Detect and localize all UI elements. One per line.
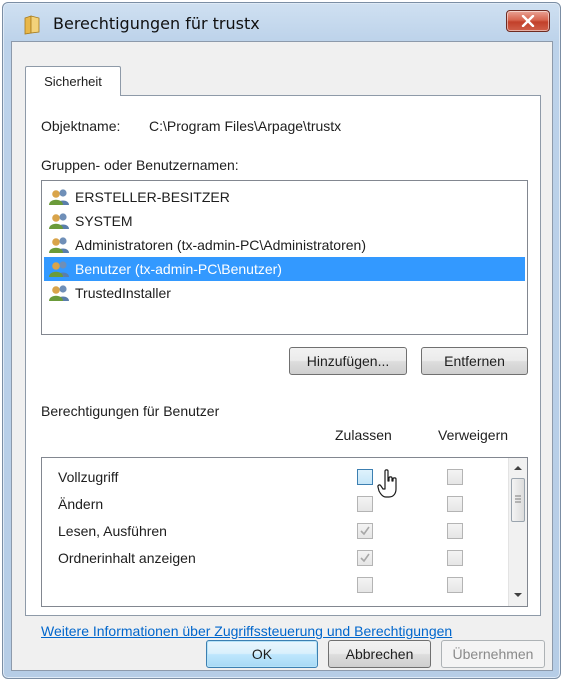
apply-button[interactable]: Übernehmen	[441, 640, 545, 668]
permission-label: Vollzugriff	[58, 469, 119, 485]
scrollbar-thumb[interactable]	[511, 478, 525, 522]
deny-checkbox[interactable]	[447, 469, 463, 485]
check-icon	[360, 526, 370, 536]
groups-label: Gruppen- oder Benutzernamen:	[41, 157, 239, 173]
list-item-label: ERSTELLER-BESITZER	[75, 189, 230, 205]
close-button[interactable]	[506, 10, 550, 32]
list-item-label: TrustedInstaller	[75, 285, 171, 301]
permission-label: Ordnerinhalt anzeigen	[58, 550, 196, 566]
window-title: Berechtigungen für trustx	[53, 14, 260, 33]
user-group-icon	[49, 237, 69, 253]
object-name-label: Objektname:	[41, 118, 121, 134]
allow-column-header: Zulassen	[335, 427, 392, 443]
grip-icon	[515, 495, 521, 503]
list-item-label: SYSTEM	[75, 213, 133, 229]
list-item[interactable]: SYSTEM	[44, 209, 525, 233]
dialog-window: Berechtigungen für trustx Sicherheit Obj…	[2, 2, 561, 679]
tab-label: Sicherheit	[44, 74, 102, 89]
ok-button[interactable]: OK	[206, 640, 318, 668]
check-icon	[360, 553, 370, 563]
list-item[interactable]: ERSTELLER-BESITZER	[44, 185, 525, 209]
add-button[interactable]: Hinzufügen...	[289, 347, 407, 375]
list-item-selected[interactable]: Benutzer (tx-admin-PC\Benutzer)	[44, 257, 525, 281]
close-icon	[521, 15, 535, 27]
list-item[interactable]: Administratoren (tx-admin-PC\Administrat…	[44, 233, 525, 257]
cancel-button[interactable]: Abbrechen	[328, 640, 431, 668]
allow-checkbox[interactable]	[357, 496, 373, 512]
user-group-icon	[49, 261, 69, 277]
scroll-up-icon[interactable]	[513, 463, 523, 473]
list-item[interactable]: TrustedInstaller	[44, 281, 525, 305]
scroll-down-icon[interactable]	[513, 590, 523, 600]
permissions-list: Vollzugriff Ändern Lesen, Ausführen Ordn…	[41, 457, 528, 607]
deny-checkbox[interactable]	[447, 496, 463, 512]
folder-icon	[23, 15, 41, 35]
remove-button[interactable]: Entfernen	[421, 347, 528, 375]
permission-label: Lesen, Ausführen	[58, 523, 167, 539]
deny-checkbox[interactable]	[447, 550, 463, 566]
deny-column-header: Verweigern	[438, 427, 509, 443]
list-item-label: Benutzer (tx-admin-PC\Benutzer)	[75, 261, 282, 277]
tab-sicherheit[interactable]: Sicherheit	[25, 66, 121, 96]
allow-checkbox[interactable]	[357, 577, 373, 593]
deny-checkbox[interactable]	[447, 523, 463, 539]
allow-checkbox[interactable]	[357, 523, 373, 539]
permissions-scrollbar[interactable]	[508, 458, 527, 606]
user-group-icon	[49, 285, 69, 301]
user-group-icon	[49, 213, 69, 229]
help-link[interactable]: Weitere Informationen über Zugriffssteue…	[41, 623, 452, 639]
deny-checkbox[interactable]	[447, 577, 463, 593]
dialog-client: Sicherheit Objektname: C:\Program Files\…	[11, 41, 553, 671]
allow-checkbox[interactable]	[357, 550, 373, 566]
user-group-icon	[49, 189, 69, 205]
groups-listbox[interactable]: ERSTELLER-BESITZER SYSTEM Administratore…	[41, 180, 528, 335]
title-bar[interactable]: Berechtigungen für trustx	[3, 3, 560, 43]
permissions-header: Berechtigungen für Benutzer	[41, 403, 220, 419]
object-name-value: C:\Program Files\Arpage\trustx	[149, 118, 342, 134]
allow-checkbox[interactable]	[357, 469, 373, 485]
permission-label: Ändern	[58, 496, 104, 512]
list-item-label: Administratoren (tx-admin-PC\Administrat…	[75, 237, 366, 253]
